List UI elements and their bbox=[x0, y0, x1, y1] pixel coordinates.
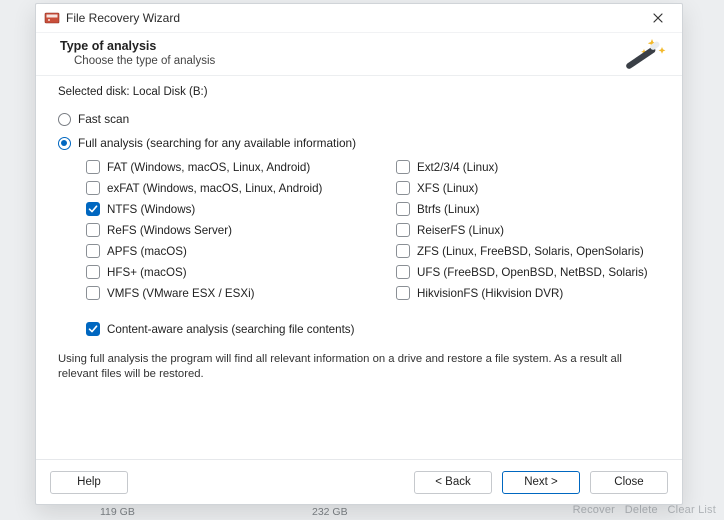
checkbox-label: ReiserFS (Linux) bbox=[417, 224, 504, 237]
fs-checkbox-btrfs[interactable]: Btrfs (Linux) bbox=[396, 202, 660, 216]
checkbox-icon bbox=[396, 286, 410, 300]
footer: Help < Back Next > Close bbox=[36, 459, 682, 504]
app-icon bbox=[44, 10, 60, 26]
checkbox-icon bbox=[86, 286, 100, 300]
checkbox-icon bbox=[396, 265, 410, 279]
radio-icon bbox=[58, 113, 71, 126]
checkbox-icon bbox=[86, 181, 100, 195]
header: Type of analysis Choose the type of anal… bbox=[36, 33, 682, 76]
checkbox-icon bbox=[86, 202, 100, 216]
page-title: Type of analysis bbox=[60, 39, 664, 53]
radio-fast-scan[interactable]: Fast scan bbox=[58, 112, 660, 126]
hint-text: Using full analysis the program will fin… bbox=[58, 352, 660, 383]
checkbox-label: UFS (FreeBSD, OpenBSD, NetBSD, Solaris) bbox=[417, 266, 648, 279]
window-title: File Recovery Wizard bbox=[66, 11, 642, 25]
checkbox-icon bbox=[396, 160, 410, 174]
fs-checkbox-hikvision[interactable]: HikvisionFS (Hikvision DVR) bbox=[396, 286, 660, 300]
fs-checkbox-ntfs[interactable]: NTFS (Windows) bbox=[86, 202, 376, 216]
fs-checkbox-ext[interactable]: Ext2/3/4 (Linux) bbox=[396, 160, 660, 174]
close-button[interactable] bbox=[642, 6, 674, 30]
checkbox-label: VMFS (VMware ESX / ESXi) bbox=[107, 287, 255, 300]
checkbox-label: XFS (Linux) bbox=[417, 182, 478, 195]
radio-label: Full analysis (searching for any availab… bbox=[78, 136, 356, 150]
fs-checkbox-refs[interactable]: ReFS (Windows Server) bbox=[86, 223, 376, 237]
close-icon bbox=[653, 13, 663, 23]
fs-checkbox-hfs[interactable]: HFS+ (macOS) bbox=[86, 265, 376, 279]
checkbox-label: FAT (Windows, macOS, Linux, Android) bbox=[107, 161, 310, 174]
checkbox-label: NTFS (Windows) bbox=[107, 203, 195, 216]
background-size-1: 119 GB bbox=[100, 506, 135, 518]
radio-icon bbox=[58, 137, 71, 150]
checkbox-icon bbox=[86, 322, 100, 336]
dialog-body: Selected disk: Local Disk (B:) Fast scan… bbox=[36, 76, 682, 459]
fs-checkbox-exfat[interactable]: exFAT (Windows, macOS, Linux, Android) bbox=[86, 181, 376, 195]
checkbox-label: HikvisionFS (Hikvision DVR) bbox=[417, 287, 563, 300]
fs-checkbox-apfs[interactable]: APFS (macOS) bbox=[86, 244, 376, 258]
checkbox-icon bbox=[396, 202, 410, 216]
checkbox-label: ReFS (Windows Server) bbox=[107, 224, 232, 237]
fs-checkbox-zfs[interactable]: ZFS (Linux, FreeBSD, Solaris, OpenSolari… bbox=[396, 244, 660, 258]
checkbox-icon bbox=[396, 244, 410, 258]
checkbox-icon bbox=[396, 181, 410, 195]
background-hint-text: Recover Delete Clear List bbox=[573, 504, 716, 516]
back-button[interactable]: < Back bbox=[414, 471, 492, 494]
fs-checkbox-reiserfs[interactable]: ReiserFS (Linux) bbox=[396, 223, 660, 237]
checkbox-label: exFAT (Windows, macOS, Linux, Android) bbox=[107, 182, 322, 195]
checkbox-label: Content-aware analysis (searching file c… bbox=[107, 323, 354, 336]
titlebar: File Recovery Wizard bbox=[36, 4, 682, 33]
radio-full-analysis[interactable]: Full analysis (searching for any availab… bbox=[58, 136, 660, 150]
checkbox-label: HFS+ (macOS) bbox=[107, 266, 187, 279]
magic-wand-icon bbox=[622, 35, 668, 75]
checkbox-icon bbox=[86, 244, 100, 258]
checkbox-icon bbox=[86, 265, 100, 279]
fs-checkbox-vmfs[interactable]: VMFS (VMware ESX / ESXi) bbox=[86, 286, 376, 300]
close-footer-button[interactable]: Close bbox=[590, 471, 668, 494]
background-size-2: 232 GB bbox=[312, 506, 348, 518]
help-button[interactable]: Help bbox=[50, 471, 128, 494]
checkbox-icon bbox=[396, 223, 410, 237]
fs-checkbox-fat[interactable]: FAT (Windows, macOS, Linux, Android) bbox=[86, 160, 376, 174]
checkbox-label: Ext2/3/4 (Linux) bbox=[417, 161, 498, 174]
checkbox-label: ZFS (Linux, FreeBSD, Solaris, OpenSolari… bbox=[417, 245, 644, 258]
checkbox-icon bbox=[86, 223, 100, 237]
checkbox-label: Btrfs (Linux) bbox=[417, 203, 480, 216]
filesystem-grid: FAT (Windows, macOS, Linux, Android) Ext2… bbox=[86, 160, 660, 300]
page-subtitle: Choose the type of analysis bbox=[60, 55, 664, 67]
fs-checkbox-xfs[interactable]: XFS (Linux) bbox=[396, 181, 660, 195]
checkbox-icon bbox=[86, 160, 100, 174]
content-aware-checkbox[interactable]: Content-aware analysis (searching file c… bbox=[86, 322, 660, 336]
selected-disk-label: Selected disk: Local Disk (B:) bbox=[58, 86, 660, 98]
file-recovery-wizard-dialog: File Recovery Wizard Type of analysis Ch… bbox=[35, 3, 683, 505]
next-button[interactable]: Next > bbox=[502, 471, 580, 494]
radio-label: Fast scan bbox=[78, 112, 129, 126]
fs-checkbox-ufs[interactable]: UFS (FreeBSD, OpenBSD, NetBSD, Solaris) bbox=[396, 265, 660, 279]
checkbox-label: APFS (macOS) bbox=[107, 245, 187, 258]
